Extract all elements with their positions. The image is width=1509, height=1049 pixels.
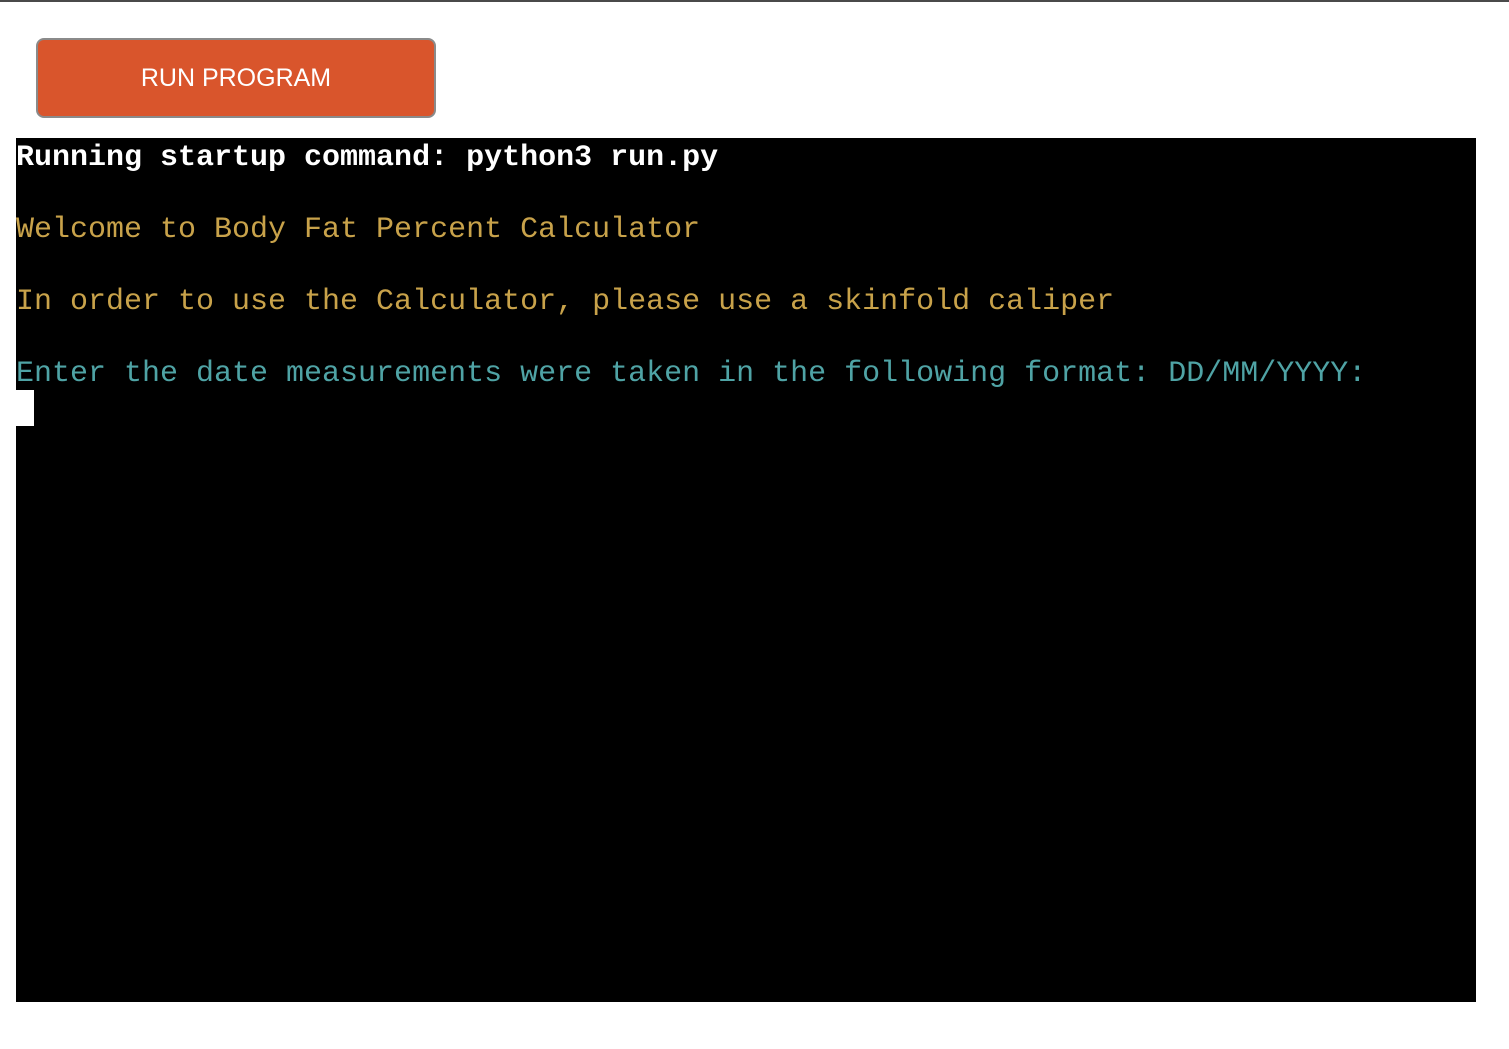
- terminal-input-cursor[interactable]: [16, 390, 34, 426]
- terminal-line-instructions: In order to use the Calculator, please u…: [16, 285, 1115, 319]
- terminal-window[interactable]: Running startup command: python3 run.py …: [16, 138, 1476, 1002]
- top-divider: [0, 0, 1509, 2]
- terminal-line-welcome: Welcome to Body Fat Percent Calculator: [16, 213, 701, 247]
- terminal-line-startup-command: Running startup command: python3 run.py: [16, 141, 719, 175]
- run-program-button[interactable]: RUN PROGRAM: [36, 38, 436, 118]
- terminal-line-date-prompt: Enter the date measurements were taken i…: [16, 357, 1367, 391]
